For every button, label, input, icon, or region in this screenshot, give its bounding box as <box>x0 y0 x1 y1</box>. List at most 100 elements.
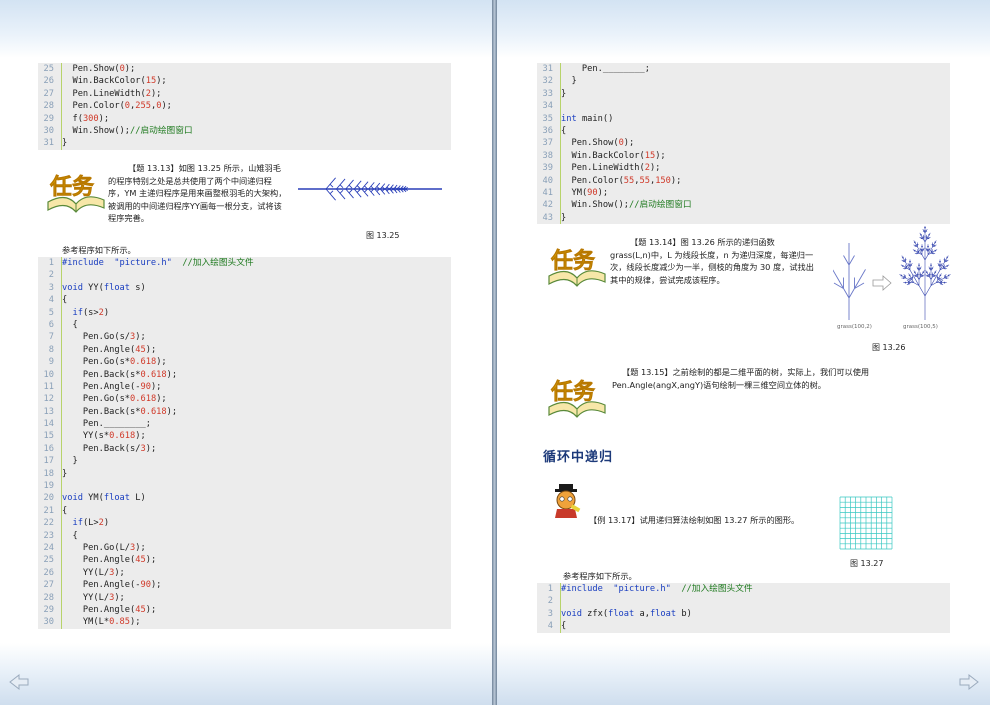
figure-13-25-caption: 图 13.25 <box>366 231 400 240</box>
code-text: Pen.Angle(-90); <box>82 381 162 392</box>
code-text: Win.Show();//启动绘图窗口 <box>72 125 193 136</box>
code-line: 20 void YM(float L) <box>38 492 451 504</box>
code-text: Pen.Angle(45); <box>82 344 157 355</box>
code-line: 40 Pen.Color(55,55,150); <box>537 175 950 187</box>
line-number: 36 <box>542 125 553 136</box>
top-band <box>497 0 990 58</box>
code-line: 27 Pen.LineWidth(2); <box>38 88 451 100</box>
line-number: 2 <box>547 596 553 607</box>
line-number: 7 <box>48 332 54 343</box>
line-number: 6 <box>48 319 54 330</box>
line-number: 2 <box>48 270 54 281</box>
code-line: 23 { <box>38 530 451 542</box>
line-number: 41 <box>542 187 553 198</box>
task-badge-text: 任务 <box>49 174 95 200</box>
line-number: 4 <box>547 621 553 632</box>
line-number: 3 <box>48 282 54 293</box>
line-number: 30 <box>43 125 54 136</box>
code-text: Win.BackColor(15); <box>72 76 167 87</box>
line-number: 39 <box>542 163 553 174</box>
code-text: } <box>561 76 577 87</box>
code-line: 2 <box>537 595 950 607</box>
code-line: 13 Pen.Back(s*0.618); <box>38 406 451 418</box>
code-text: { <box>62 319 78 330</box>
bottom-band <box>497 643 990 705</box>
code-line: 9 Pen.Go(s*0.618); <box>38 356 451 368</box>
code-line: 1 #include "picture.h" //加入绘图头文件 <box>537 583 950 595</box>
code-text: Pen.Angle(45); <box>82 604 157 615</box>
code-line: 25 Pen.Show(0); <box>38 63 451 75</box>
code-text: Win.BackColor(15); <box>571 150 666 161</box>
code-text: Pen.LineWidth(2); <box>72 88 162 99</box>
code-text: void zfx(float a,float b) <box>561 608 692 619</box>
pheasant-feather-figure <box>296 166 444 216</box>
code-line: 32 } <box>537 75 950 87</box>
code-text: Pen.Angle(-90); <box>82 580 162 591</box>
code-line: 26 YY(L/3); <box>38 567 451 579</box>
line-number: 17 <box>43 456 54 467</box>
line-number: 26 <box>43 76 54 87</box>
code-line: 27 Pen.Angle(-90); <box>38 579 451 591</box>
code-text: void YM(float L) <box>62 493 146 504</box>
code-line: 3 void YY(float s) <box>38 282 451 294</box>
code-line: 1 #include "picture.h" //加入绘图头文件 <box>38 257 451 269</box>
code-text: Win.Show();//启动绘图窗口 <box>571 200 692 211</box>
code-line: 30 YM(L*0.85); <box>38 616 451 628</box>
code-line: 31} <box>38 137 451 149</box>
code-line: 16 Pen.Back(s/3); <box>38 443 451 455</box>
code-line: 39 Pen.LineWidth(2); <box>537 162 950 174</box>
code-line: 37 Pen.Show(0); <box>537 137 950 149</box>
task-13-14-text: 【题 13.14】图 13.26 所示的递归函数 grass(L,n)中，L 为… <box>610 237 814 285</box>
code-line: 4{ <box>38 294 451 306</box>
line-number: 1 <box>48 258 54 268</box>
line-number: 18 <box>43 468 54 479</box>
line-number: 10 <box>43 369 54 380</box>
code-line: 43} <box>537 212 950 224</box>
code-text: { <box>62 505 68 516</box>
line-number: 31 <box>43 138 54 149</box>
prev-page-arrow-icon[interactable] <box>8 673 30 691</box>
next-page-arrow-icon[interactable] <box>958 673 980 691</box>
code-text: { <box>62 295 68 306</box>
code-line: 6 { <box>38 319 451 331</box>
code-text: Pen.Color(0,255,0); <box>72 101 172 112</box>
line-number: 28 <box>43 592 54 603</box>
grid-figure <box>839 496 893 554</box>
code-line: 14 Pen.________; <box>38 418 451 430</box>
line-number: 29 <box>43 113 54 124</box>
code-text: #include "picture.h" //加入绘图头文件 <box>561 584 753 594</box>
code-text: Pen.Go(s*0.618); <box>82 394 167 405</box>
reference-text-right: 参考程序如下所示。 <box>563 571 637 581</box>
code-text: YM(L*0.85); <box>82 617 141 628</box>
code-line: 11 Pen.Angle(-90); <box>38 381 451 393</box>
code-text: YY(L/3); <box>82 592 125 603</box>
line-number: 30 <box>43 617 54 628</box>
code-line: 35 int main() <box>537 113 950 125</box>
code-line: 24 Pen.Go(L/3); <box>38 542 451 554</box>
line-number: 23 <box>43 530 54 541</box>
code-block-main-left: 1 #include "picture.h" //加入绘图头文件 2 3 void YY… <box>38 257 451 629</box>
code-line: 4{ <box>537 620 950 632</box>
code-line: 28 YY(L/3); <box>38 592 451 604</box>
line-number: 14 <box>43 419 54 430</box>
code-text: Pen.Show(0); <box>72 64 136 74</box>
task-badge-icon: 任务 <box>42 162 106 218</box>
line-number: 19 <box>43 481 54 492</box>
code-text: if(L>2) <box>72 518 110 529</box>
code-text: Pen.Angle(45); <box>82 555 157 566</box>
line-number: 40 <box>542 175 553 186</box>
code-block-top-right: 31 Pen.________; 32 } 33} 34 35 int main() 36{… <box>537 63 950 225</box>
line-number: 43 <box>542 212 553 223</box>
code-text: Pen.________; <box>82 419 151 430</box>
code-text: { <box>561 125 567 136</box>
code-text: } <box>62 456 78 467</box>
figure-13-26-caption: 图 13.26 <box>872 343 906 352</box>
line-number: 22 <box>43 518 54 529</box>
code-text: Pen.Go(s*0.618); <box>82 357 167 368</box>
code-text: } <box>62 468 68 479</box>
code-text: } <box>62 138 68 149</box>
line-number: 28 <box>43 101 54 112</box>
code-text: f(300); <box>72 113 110 124</box>
line-number: 33 <box>542 88 553 99</box>
code-text: YY(s*0.618); <box>82 431 146 442</box>
